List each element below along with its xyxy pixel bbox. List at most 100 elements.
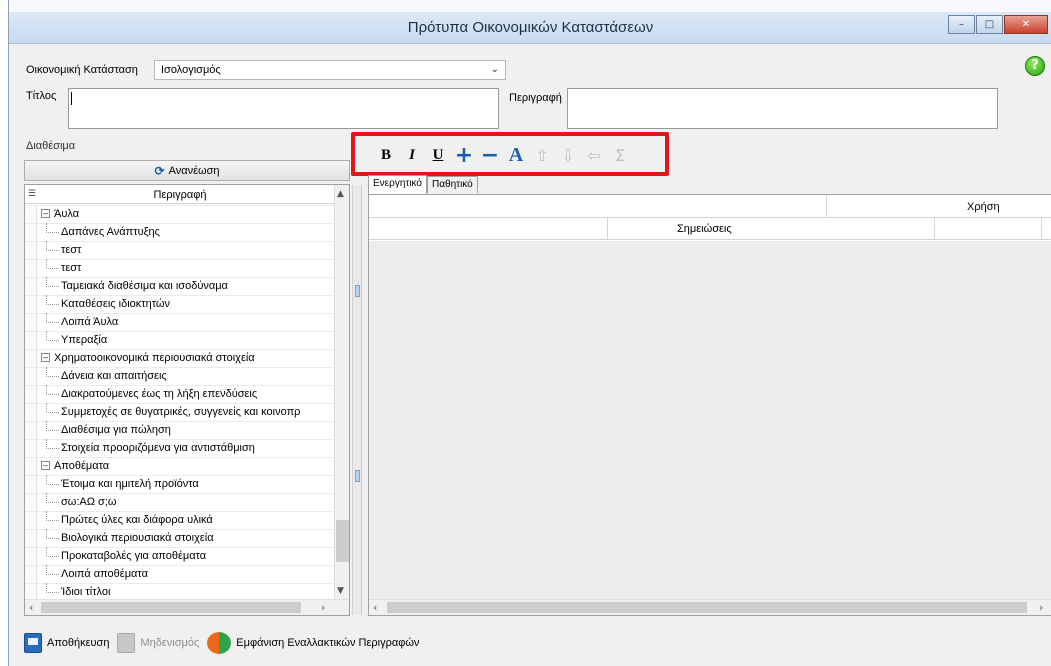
- tree-connector: [46, 484, 59, 485]
- grid-header-notes[interactable]: Σημειώσεις: [677, 223, 732, 235]
- tree-item-row[interactable]: Καταθέσεις ιδιοκτητών: [25, 295, 335, 314]
- panel-splitter[interactable]: [352, 185, 362, 615]
- tree-group-row[interactable]: – Αποθέματα: [25, 457, 335, 476]
- tree-item-row[interactable]: τεστ: [25, 241, 335, 260]
- tree-item-row[interactable]: Ταμειακά διαθέσιμα και ισοδύναμα: [25, 277, 335, 296]
- tree-item-row[interactable]: τεστ: [25, 259, 335, 278]
- tree-item-row[interactable]: Λοιπά αποθέματα: [25, 565, 335, 584]
- description-input[interactable]: [567, 88, 998, 129]
- minimize-button[interactable]: –: [948, 15, 975, 34]
- help-icon[interactable]: ?: [1025, 56, 1045, 76]
- reset-label: Μηδενισμός: [140, 637, 200, 649]
- tree-group-row[interactable]: – Χρηματοοικονομικά περιουσιακά στοιχεία: [25, 349, 335, 368]
- title-input[interactable]: [68, 88, 499, 129]
- tree-connector: [46, 565, 47, 575]
- reset-button[interactable]: Μηδενισμός: [117, 633, 199, 653]
- tree-hscroll-thumb[interactable]: [41, 602, 301, 613]
- tree-connector: [46, 493, 47, 503]
- window-title: Πρότυπα Οικονομικών Καταστάσεων: [407, 19, 654, 36]
- row-indicator: [25, 368, 37, 386]
- collapse-icon[interactable]: –: [41, 353, 50, 362]
- tree-item-label: Συμμετοχές σε θυγατρικές, συγγενείς και …: [61, 406, 301, 418]
- save-button[interactable]: Αποθήκευση: [24, 633, 109, 653]
- tree-item-row[interactable]: σω:ΑΩ σ;ω: [25, 493, 335, 512]
- tree-connector: [46, 268, 59, 269]
- scroll-left-icon[interactable]: ‹: [373, 601, 377, 614]
- tree-item-row[interactable]: Διακρατούμενες έως τη λήξη επενδύσεις: [25, 385, 335, 404]
- tree-scroll-thumb[interactable]: [336, 520, 349, 562]
- grid-header-year[interactable]: Χρήση: [967, 201, 1000, 213]
- tree-item-row[interactable]: Προκαταβολές για αποθέματα: [25, 547, 335, 566]
- maximize-button[interactable]: □: [976, 15, 1003, 34]
- tree-item-row[interactable]: Συμμετοχές σε θυγατρικές, συγγενείς και …: [25, 403, 335, 422]
- grid-body[interactable]: [369, 241, 1051, 601]
- grid-header-row-1: Χρήση: [369, 195, 1051, 218]
- statement-grid[interactable]: Χρήση Σημειώσεις ‹ ›: [368, 194, 1051, 616]
- tree-connector: [46, 475, 47, 485]
- tree-item-label: Βιολογικά περιουσιακά στοιχεία: [61, 532, 214, 544]
- statement-select-value: Ισολογισμός: [161, 64, 221, 76]
- tree-header: ☰ Περιγραφή: [25, 185, 335, 204]
- tree-item-row[interactable]: Δάνεια και απαιτήσεις: [25, 367, 335, 386]
- tree-connector: [46, 592, 59, 593]
- scroll-left-icon[interactable]: ‹: [29, 601, 33, 614]
- splitter-collapse-right-icon[interactable]: [355, 470, 360, 482]
- tree-horizontal-scrollbar[interactable]: ‹ ›: [25, 599, 349, 615]
- toolbar-highlight-box: [351, 132, 669, 176]
- refresh-button[interactable]: ⟳ Ανανέωση: [24, 160, 350, 181]
- tree-item-row[interactable]: Στοιχεία προοριζόμενα για αντιστάθμιση: [25, 439, 335, 458]
- grid-horizontal-scrollbar[interactable]: ‹ ›: [369, 599, 1051, 615]
- tree-item-row[interactable]: Πρώτες ύλες και διάφορα υλικά: [25, 511, 335, 530]
- tree-connector: [46, 241, 47, 251]
- statement-tabs: Ενεργητικό Παθητικό: [368, 175, 478, 194]
- tree-connector: [46, 259, 47, 269]
- scroll-down-icon[interactable]: ▼: [337, 586, 344, 596]
- scroll-right-icon[interactable]: ›: [1039, 601, 1043, 614]
- tree-item-row[interactable]: Δαπάνες Ανάπτυξης: [25, 223, 335, 242]
- title-bar[interactable]: Πρότυπα Οικονομικών Καταστάσεων – □ ✕: [9, 12, 1051, 44]
- scroll-right-icon[interactable]: ›: [321, 601, 325, 614]
- tree-item-row[interactable]: Έτοιμα και ημιτελή προϊόντα: [25, 475, 335, 494]
- grid-hscroll-thumb[interactable]: [387, 602, 1027, 613]
- tree-vertical-scrollbar[interactable]: ▲ ▼: [334, 185, 349, 600]
- row-indicator: [25, 314, 37, 332]
- row-indicator: [25, 512, 37, 530]
- refresh-icon: ⟳: [154, 163, 165, 178]
- tree-item-label: τεστ: [61, 262, 82, 274]
- collapse-icon[interactable]: –: [41, 461, 50, 470]
- tree-item-row[interactable]: Βιολογικά περιουσιακά στοιχεία: [25, 529, 335, 548]
- row-indicator: [25, 476, 37, 494]
- tree-connector: [46, 520, 59, 521]
- tab-liabilities[interactable]: Παθητικό: [427, 176, 478, 193]
- grid-divider: [607, 218, 608, 240]
- tree-connector: [46, 538, 59, 539]
- window-controls: – □ ✕: [947, 15, 1048, 34]
- tree-item-label: Δάνεια και απαιτήσεις: [61, 370, 167, 382]
- save-label: Αποθήκευση: [47, 637, 110, 649]
- available-tree[interactable]: ☰ Περιγραφή – Άυλα Δαπάνες Ανάπτυξης τεστ τε…: [24, 184, 350, 616]
- tree-item-row[interactable]: Υπεραξία: [25, 331, 335, 350]
- splitter-collapse-left-icon[interactable]: [355, 285, 360, 297]
- alternative-descriptions-button[interactable]: Εμφάνιση Εναλλακτικών Περιγραφών: [207, 632, 419, 654]
- row-indicator: [25, 548, 37, 566]
- row-indicator: [25, 566, 37, 584]
- tree-connector: [46, 385, 47, 395]
- collapse-icon[interactable]: –: [41, 209, 50, 218]
- tree-connector: [46, 250, 59, 251]
- tree-connector: [46, 430, 59, 431]
- close-button[interactable]: ✕: [1004, 15, 1048, 34]
- tree-item-row[interactable]: Διαθέσιμα για πώληση: [25, 421, 335, 440]
- tab-assets[interactable]: Ενεργητικό: [368, 175, 427, 194]
- swap-icon: [207, 632, 232, 654]
- tree-item-row[interactable]: Λοιπά Άυλα: [25, 313, 335, 332]
- tree-group-row[interactable]: – Άυλα: [25, 205, 335, 224]
- row-indicator: [25, 440, 37, 458]
- tree-column-header[interactable]: Περιγραφή: [25, 189, 335, 201]
- statement-select[interactable]: Ισολογισμός ⌄: [154, 60, 506, 80]
- scroll-up-icon[interactable]: ▲: [337, 189, 344, 199]
- row-indicator: [25, 422, 37, 440]
- tree-connector: [46, 223, 47, 233]
- refresh-label: Ανανέωση: [168, 164, 220, 177]
- tree-item-label: Άυλα: [54, 208, 80, 220]
- row-indicator: [25, 296, 37, 314]
